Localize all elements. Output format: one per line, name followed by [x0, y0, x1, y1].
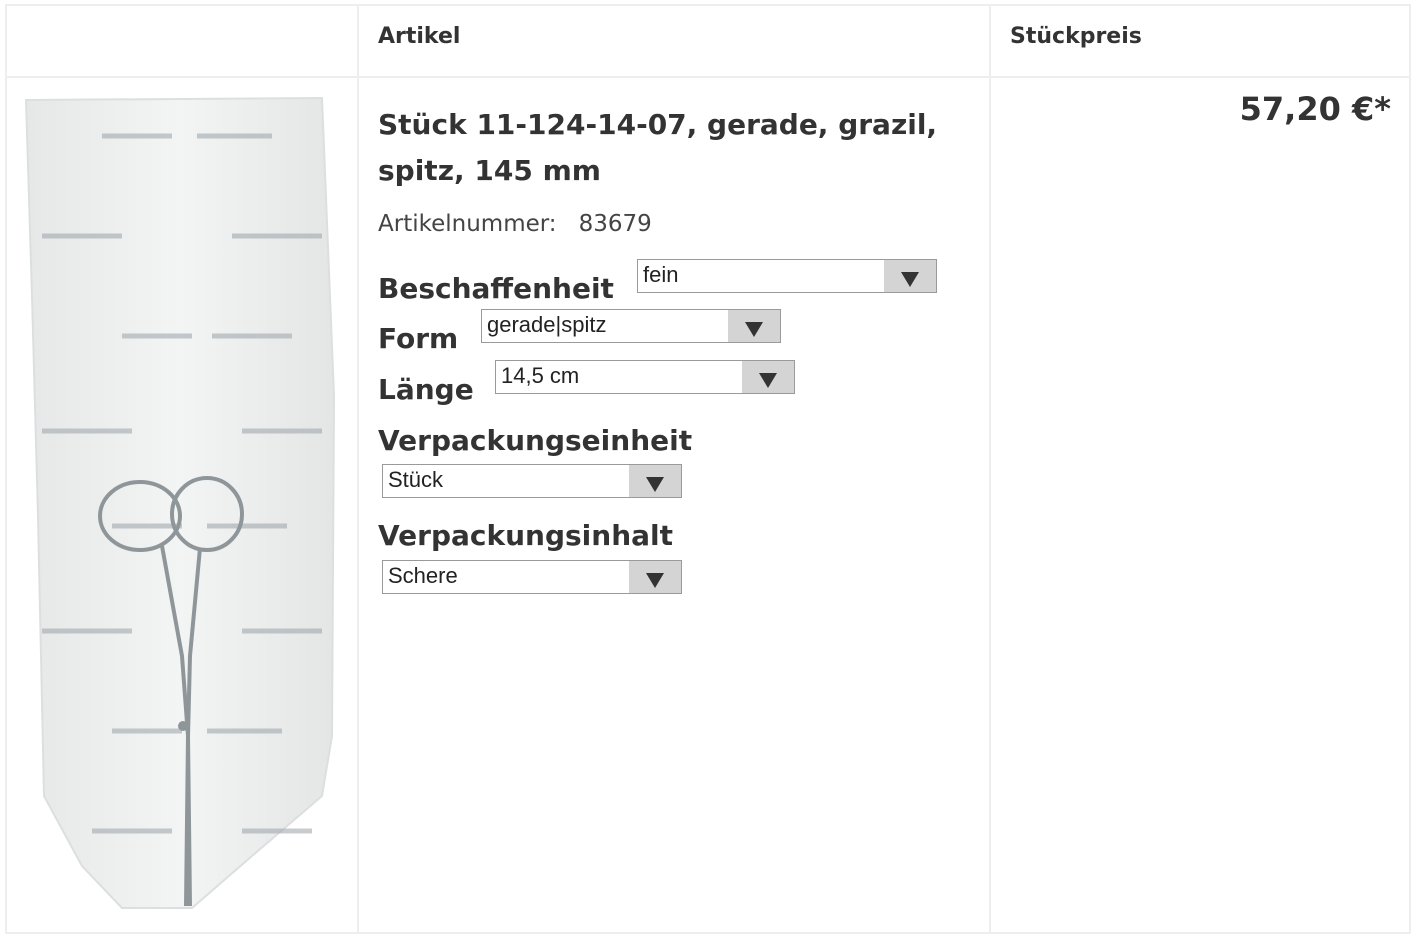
select-value: Schere [388, 563, 458, 588]
option-label-beschaffenheit: Beschaffenheit [378, 272, 614, 305]
unit-price: 57,20 €* [1239, 90, 1391, 128]
select-value: Stück [388, 467, 444, 492]
option-label-verpackungseinheit: Verpackungseinheit [378, 424, 693, 457]
dropdown-arrow-icon [728, 310, 780, 342]
select-value: gerade|spitz [487, 312, 607, 337]
option-label-form: Form [378, 322, 459, 355]
select-beschaffenheit[interactable]: fein [637, 259, 937, 293]
option-label-laenge: Länge [378, 373, 474, 406]
column-divider [989, 6, 991, 932]
header-article: Artikel [378, 24, 461, 49]
product-title: Stück 11-124-14-07, gerade, grazil, spit… [378, 108, 938, 187]
dropdown-arrow-icon [884, 260, 936, 292]
select-form[interactable]: gerade|spitz [481, 309, 781, 343]
article-number-row: Artikelnummer: 83679 [378, 211, 652, 237]
product-image[interactable] [22, 96, 338, 911]
column-divider [357, 6, 359, 932]
select-value: fein [643, 262, 679, 287]
dropdown-arrow-icon [629, 465, 681, 497]
select-verpackungsinhalt[interactable]: Schere [382, 560, 682, 594]
select-laenge[interactable]: 14,5 cm [495, 360, 795, 394]
dropdown-arrow-icon [629, 561, 681, 593]
option-label-verpackungsinhalt: Verpackungsinhalt [378, 519, 674, 552]
article-number-label: Artikelnummer: [378, 211, 557, 237]
select-verpackungseinheit[interactable]: Stück [382, 464, 682, 498]
header-divider [7, 76, 1409, 78]
header-unit-price: Stückpreis [1010, 24, 1142, 49]
article-number-value: 83679 [578, 211, 652, 237]
dropdown-arrow-icon [742, 361, 794, 393]
select-value: 14,5 cm [501, 363, 580, 388]
scissors-bag-illustration [24, 96, 336, 909]
